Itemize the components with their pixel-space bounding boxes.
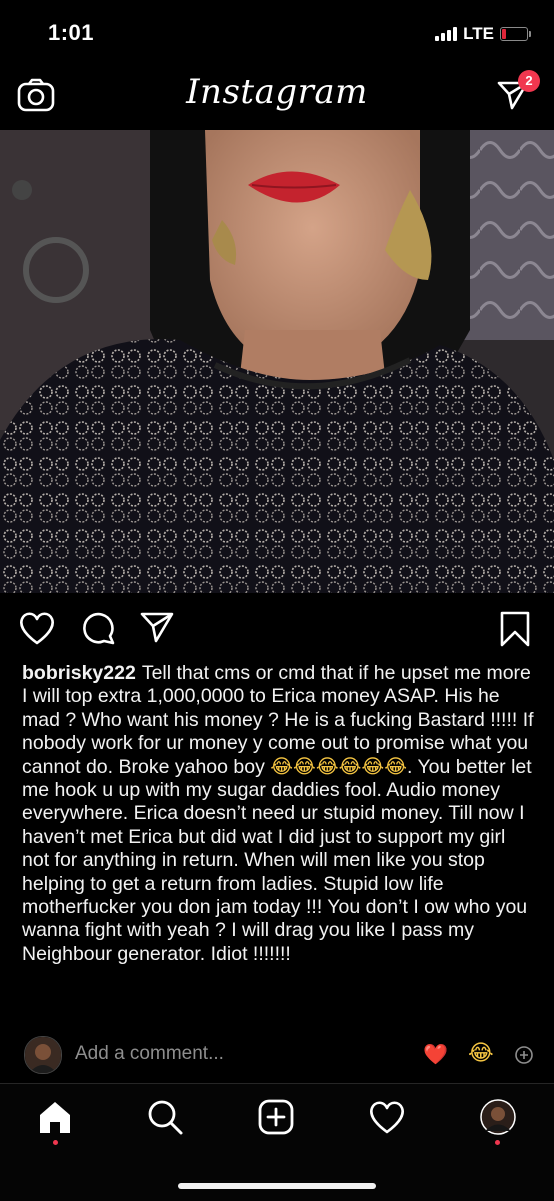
bookmark-icon[interactable] bbox=[498, 610, 532, 653]
quick-heart-emoji[interactable]: ❤️ bbox=[423, 1042, 448, 1067]
notification-badge: 2 bbox=[518, 70, 540, 92]
home-active-dot bbox=[53, 1140, 58, 1145]
post-photo[interactable] bbox=[0, 130, 554, 593]
home-icon[interactable] bbox=[36, 1098, 74, 1141]
quick-laugh-emoji[interactable]: 😂 bbox=[468, 1040, 494, 1066]
caption-text-part2: . You better let me hook u up with my su… bbox=[22, 755, 532, 965]
status-bar: 1:01 LTE bbox=[0, 0, 554, 66]
search-icon[interactable] bbox=[146, 1098, 184, 1141]
post-caption: bobrisky222 Tell that cms or cmd that if … bbox=[22, 662, 536, 966]
heart-icon[interactable] bbox=[18, 610, 56, 651]
caption-emojis: 😂😂😂😂😂😂 bbox=[270, 755, 407, 778]
new-post-icon[interactable] bbox=[257, 1098, 295, 1141]
add-comment-input[interactable]: Add a comment... bbox=[75, 1043, 224, 1065]
signal-icon bbox=[435, 27, 458, 41]
status-time: 1:01 bbox=[48, 20, 95, 45]
app-header: Instagram 2 bbox=[0, 66, 554, 128]
post-actions bbox=[0, 604, 554, 656]
profile-avatar[interactable] bbox=[479, 1098, 517, 1141]
profile-notification-dot bbox=[495, 1140, 500, 1145]
activity-icon[interactable] bbox=[367, 1098, 407, 1141]
home-indicator bbox=[178, 1183, 376, 1189]
caption-username[interactable]: bobrisky222 bbox=[22, 662, 136, 684]
battery-icon bbox=[500, 27, 531, 41]
comment-avatar bbox=[24, 1036, 62, 1074]
app-title: Instagram bbox=[186, 72, 368, 112]
comment-icon[interactable] bbox=[80, 610, 116, 651]
network-label: LTE bbox=[463, 24, 494, 43]
more-emoji-icon[interactable] bbox=[514, 1045, 534, 1070]
status-indicators: LTE bbox=[435, 24, 531, 44]
comment-row: Add a comment... ❤️ 😂 bbox=[0, 1034, 554, 1076]
share-icon[interactable] bbox=[139, 610, 175, 649]
